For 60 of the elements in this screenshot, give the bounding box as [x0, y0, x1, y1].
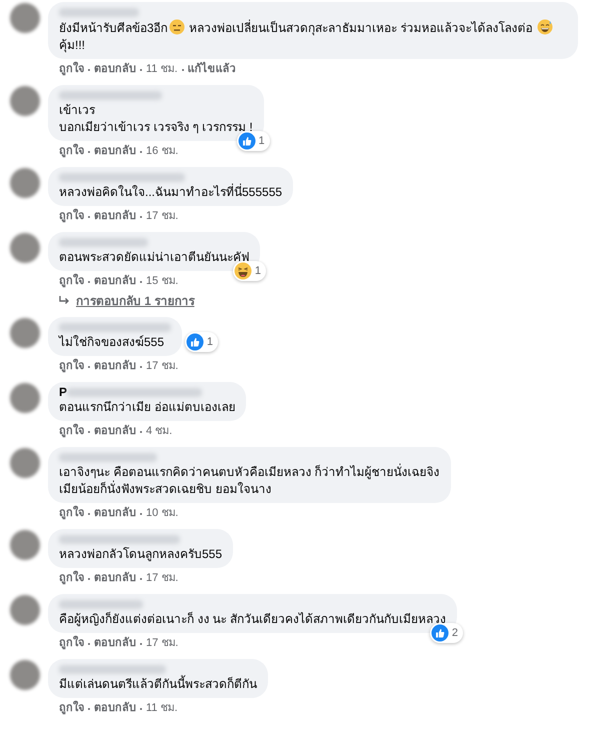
- comment-text: ตอนแรกนึกว่าเมีย อ่อแม่ตบเองเลย: [59, 399, 236, 416]
- timestamp[interactable]: 10 ชม.: [146, 506, 178, 521]
- thumbs-up-icon: [238, 132, 256, 150]
- avatar[interactable]: [10, 595, 40, 625]
- reply-link[interactable]: ตอบกลับ: [94, 636, 136, 651]
- reply-link[interactable]: ตอบกลับ: [94, 359, 136, 374]
- comment-text: มีแต่เล่นดนตรีแล้วตีกันนี้พระสวดก็ตีกัน: [59, 676, 257, 693]
- timestamp[interactable]: 17 ชม.: [146, 359, 178, 374]
- laughing-face-icon: [234, 262, 252, 280]
- grinning-sweat-face-icon: [536, 19, 553, 35]
- reply-link[interactable]: ตอบกลับ: [94, 144, 136, 159]
- timestamp[interactable]: 11 ชม.: [146, 62, 178, 77]
- reply-link[interactable]: ตอบกลับ: [94, 424, 136, 439]
- like-link[interactable]: ถูกใจ: [59, 424, 84, 439]
- avatar[interactable]: [10, 3, 40, 33]
- like-link[interactable]: ถูกใจ: [59, 636, 84, 651]
- edited-label: แก้ไขแล้ว: [188, 62, 236, 77]
- reply-link[interactable]: ตอบกลับ: [94, 506, 136, 521]
- expressionless-face-icon: [168, 19, 185, 35]
- like-link[interactable]: ถูกใจ: [59, 62, 84, 77]
- comment-text: หลวงพ่อกลัวโดนลูกหลงครับ555: [59, 546, 222, 563]
- comment-text: หลวงพ่อคิดในใจ...ฉันมาทำอะไรที่นี่555555: [59, 184, 282, 201]
- commenter-name[interactable]: P: [59, 386, 68, 398]
- avatar[interactable]: [10, 168, 40, 198]
- avatar[interactable]: [10, 318, 40, 348]
- reply-link[interactable]: ตอบกลับ: [94, 274, 136, 289]
- reaction-count-badge[interactable]: 2: [430, 623, 464, 643]
- thumbs-up-icon: [186, 333, 204, 351]
- avatar[interactable]: [10, 448, 40, 478]
- timestamp[interactable]: 16 ชม.: [146, 144, 178, 159]
- reply-link[interactable]: ตอบกลับ: [94, 701, 136, 716]
- reaction-count-badge[interactable]: 1: [232, 261, 266, 281]
- reply-link[interactable]: ตอบกลับ: [94, 62, 136, 77]
- like-link[interactable]: ถูกใจ: [59, 209, 84, 224]
- like-link[interactable]: ถูกใจ: [59, 274, 84, 289]
- timestamp[interactable]: 11 ชม.: [146, 701, 178, 716]
- timestamp[interactable]: 4 ชม.: [146, 424, 172, 439]
- comment-text: ไม่ใช่กิจของสงฆ์555: [59, 334, 166, 351]
- timestamp[interactable]: 17 ชม.: [146, 636, 178, 651]
- avatar[interactable]: [10, 530, 40, 560]
- reaction-count-badge[interactable]: 1: [236, 131, 270, 151]
- thumbs-up-icon: [430, 624, 449, 642]
- comment-text: เอาจิงๆนะ คือตอนแรกคิดว่าคนตบหัวคือเมียหลวง ก็ว่าทำไมผู้ชายนั่งเฉยจิง เมียน้อยก็นั่งฟังพระสวดเฉยชิบ ยอมใจนาง: [59, 464, 440, 498]
- like-link[interactable]: ถูกใจ: [59, 701, 84, 716]
- like-link[interactable]: ถูกใจ: [59, 359, 84, 374]
- avatar[interactable]: [10, 383, 40, 413]
- reply-link[interactable]: ตอบกลับ: [94, 571, 136, 586]
- reply-link[interactable]: ตอบกลับ: [94, 209, 136, 224]
- avatar[interactable]: [10, 233, 40, 263]
- view-replies-link[interactable]: การตอบกลับ 1 รายการ: [48, 293, 194, 309]
- timestamp[interactable]: 17 ชม.: [146, 209, 178, 224]
- comment-text: ยังมีหน้ารับศีลข้อ3อีก หลวงพ่อเปลี่ยนเป็นสวดกุสะลาธัมมาเหอะ ร่วมหอแล้วจะได้ลงโลงต่อ คุ้ม!!!: [59, 19, 567, 54]
- reaction-count-badge[interactable]: 1: [184, 332, 218, 352]
- like-link[interactable]: ถูกใจ: [59, 506, 84, 521]
- avatar[interactable]: [10, 86, 40, 116]
- avatar[interactable]: [10, 660, 40, 690]
- like-link[interactable]: ถูกใจ: [59, 144, 84, 159]
- timestamp[interactable]: 17 ชม.: [146, 571, 178, 586]
- timestamp[interactable]: 15 ชม.: [146, 274, 178, 289]
- like-link[interactable]: ถูกใจ: [59, 571, 84, 586]
